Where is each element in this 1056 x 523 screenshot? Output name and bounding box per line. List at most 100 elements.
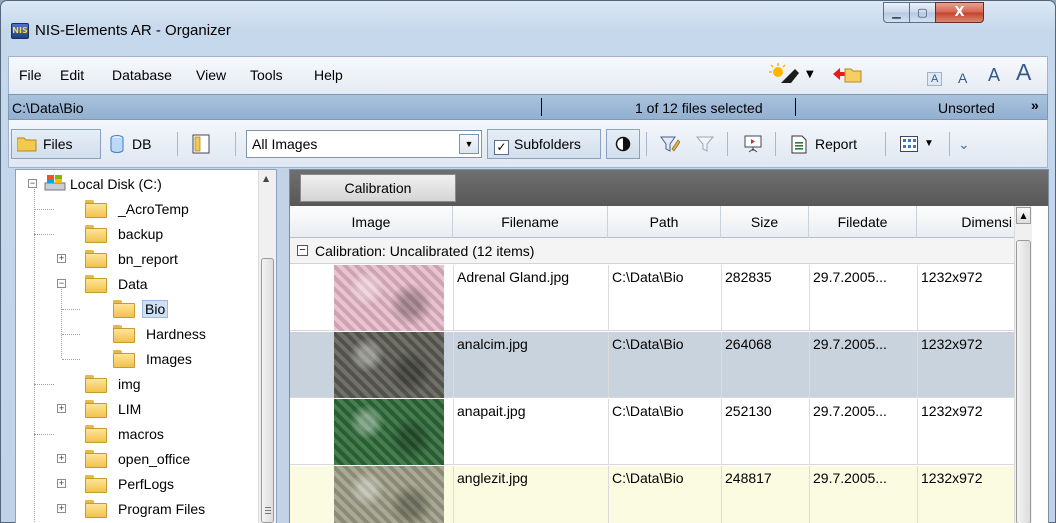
font-size-xsmall[interactable]: A [927,72,943,86]
tree-expander[interactable]: + [57,454,66,463]
tree-scrollbar[interactable]: ▲ [258,170,276,523]
list-scroll-thumb[interactable] [1016,240,1031,523]
tree-expander[interactable]: + [57,254,66,263]
cell-dimension: 1232x972 [921,403,983,419]
tree-guide-line [62,309,80,310]
folder-open-icon [113,300,135,318]
tree-node-macros[interactable]: macros [28,422,258,446]
tree-expander[interactable]: − [57,279,66,288]
scroll-up-arrow-icon[interactable]: ▲ [1016,207,1031,224]
chevron-down-icon[interactable]: ▼ [806,69,814,80]
list-scrollbar[interactable]: ▲ [1014,206,1032,523]
tree-node-images[interactable]: Images [28,347,258,371]
db-tab-button[interactable]: DB [105,129,171,159]
cell-size: 282835 [725,269,772,285]
back-folder-icon[interactable] [831,63,863,85]
font-size-medium[interactable]: A [988,65,1000,86]
menu-edit[interactable]: Edit [60,67,84,83]
filter-edit-icon [660,136,680,152]
filter-button[interactable] [689,129,719,159]
column-path[interactable]: Path [608,206,721,238]
group-row[interactable]: − Calibration: Uncalibrated (12 items) [290,238,1032,264]
tree-guide-line [34,434,54,435]
column-image[interactable]: Image [290,206,453,238]
folder-tree[interactable]: − Local Disk (C:) _AcroTemp backup + bn_… [15,169,277,523]
tree-node-open-office[interactable]: + open_office [28,447,258,471]
menu-tools[interactable]: Tools [250,67,283,83]
maximize-button[interactable]: ▢ [909,2,936,23]
tree-node-program-files[interactable]: + Program Files [28,497,258,521]
image-filter-select[interactable]: All Images ▼ [246,130,482,158]
column-divider [721,466,722,523]
folder-icon [85,450,107,468]
tree-scroll-thumb[interactable] [261,258,274,523]
group-collapse-icon[interactable]: − [297,245,308,256]
tree-node-perflogs[interactable]: + PerfLogs [28,472,258,496]
tree-expander[interactable]: + [57,504,66,513]
image-thumbnail [334,466,444,523]
subfolders-toggle[interactable]: ✓ Subfolders [487,129,601,159]
report-button[interactable]: Report [783,129,877,159]
slideshow-button[interactable] [735,129,769,159]
image-thumbnail [334,332,444,398]
image-list-panel: Calibration Image Filename Path Size Fil… [289,169,1049,523]
tree-node-img[interactable]: img [28,372,258,396]
more-arrow-icon[interactable]: » [1031,97,1039,113]
cell-size: 248817 [725,470,772,486]
filter-edit-button[interactable] [654,129,684,159]
chevron-down-icon[interactable]: ▼ [924,130,934,158]
column-filename[interactable]: Filename [453,206,608,238]
cell-filedate: 29.7.2005... [813,336,887,352]
subfolders-checkbox[interactable]: ✓ [494,140,509,155]
font-size-small[interactable]: A [958,70,967,86]
cell-size: 252130 [725,403,772,419]
tree-node-local-disk[interactable]: − Local Disk (C:) [28,172,258,196]
window-title: NIS-Elements AR - Organizer [35,22,231,39]
font-size-large[interactable]: A [1016,59,1031,86]
tree-node-bn-report[interactable]: + bn_report [28,247,258,271]
column-filedate[interactable]: Filedate [809,206,917,238]
tree-node-data[interactable]: − Data [28,272,258,296]
table-row[interactable]: anapait.jpg C:\Data\Bio 252130 29.7.2005… [290,399,1032,465]
current-path: C:\Data\Bio [12,100,84,116]
tree-expander[interactable]: − [28,179,37,188]
organizer-window: NIS NIS-Elements AR - Organizer ▁ ▢ X Fi… [0,0,1056,523]
tree-node-lim[interactable]: + LIM [28,397,258,421]
column-divider [809,332,810,398]
drive-icon [44,175,66,191]
tree-node-bio[interactable]: Bio [28,297,258,321]
menu-database[interactable]: Database [112,67,172,83]
dropdown-arrow-icon[interactable]: ▼ [459,134,479,154]
folder-icon [85,400,107,418]
menu-file[interactable]: File [19,67,42,83]
tree-node-label: PerfLogs [118,476,175,492]
sort-status[interactable]: Unsorted [938,100,995,116]
tree-node-hardness[interactable]: Hardness [28,322,258,346]
panel-layout-icon [192,134,210,154]
theme-toggle-icon[interactable] [769,63,801,85]
minimize-button[interactable]: ▁ [883,2,910,23]
tree-node-acrotemp[interactable]: _AcroTemp [28,197,258,221]
tree-node-backup[interactable]: backup [28,222,258,246]
expand-toolbar-chevron-icon[interactable]: ⌄ [957,129,979,159]
scroll-up-arrow-icon[interactable]: ▲ [263,174,269,183]
tree-expander[interactable]: + [57,404,66,413]
panel-layout-button[interactable] [185,129,215,159]
files-tab-button[interactable]: Files [11,129,101,159]
app-icon: NIS [11,23,29,39]
column-size[interactable]: Size [721,206,809,238]
view-mode-button[interactable]: ▼ [894,129,944,159]
table-row[interactable]: analcim.jpg C:\Data\Bio 264068 29.7.2005… [290,332,1032,398]
column-dimension[interactable]: Dimensi [917,206,1015,238]
tree-node-label: Data [118,276,148,292]
table-row[interactable]: anglezit.jpg C:\Data\Bio 248817 29.7.200… [290,466,1032,523]
panel-splitter[interactable] [277,169,289,523]
table-row[interactable]: Adrenal Gland.jpg C:\Data\Bio 282835 29.… [290,265,1032,331]
group-by-calibration-chip[interactable]: Calibration [300,174,456,202]
title-bar[interactable]: NIS NIS-Elements AR - Organizer ▁ ▢ X [1,1,1055,51]
menu-view[interactable]: View [196,67,226,83]
contrast-button[interactable] [606,129,640,159]
close-button[interactable]: X [935,2,984,23]
menu-help[interactable]: Help [314,67,343,83]
tree-expander[interactable]: + [57,479,66,488]
